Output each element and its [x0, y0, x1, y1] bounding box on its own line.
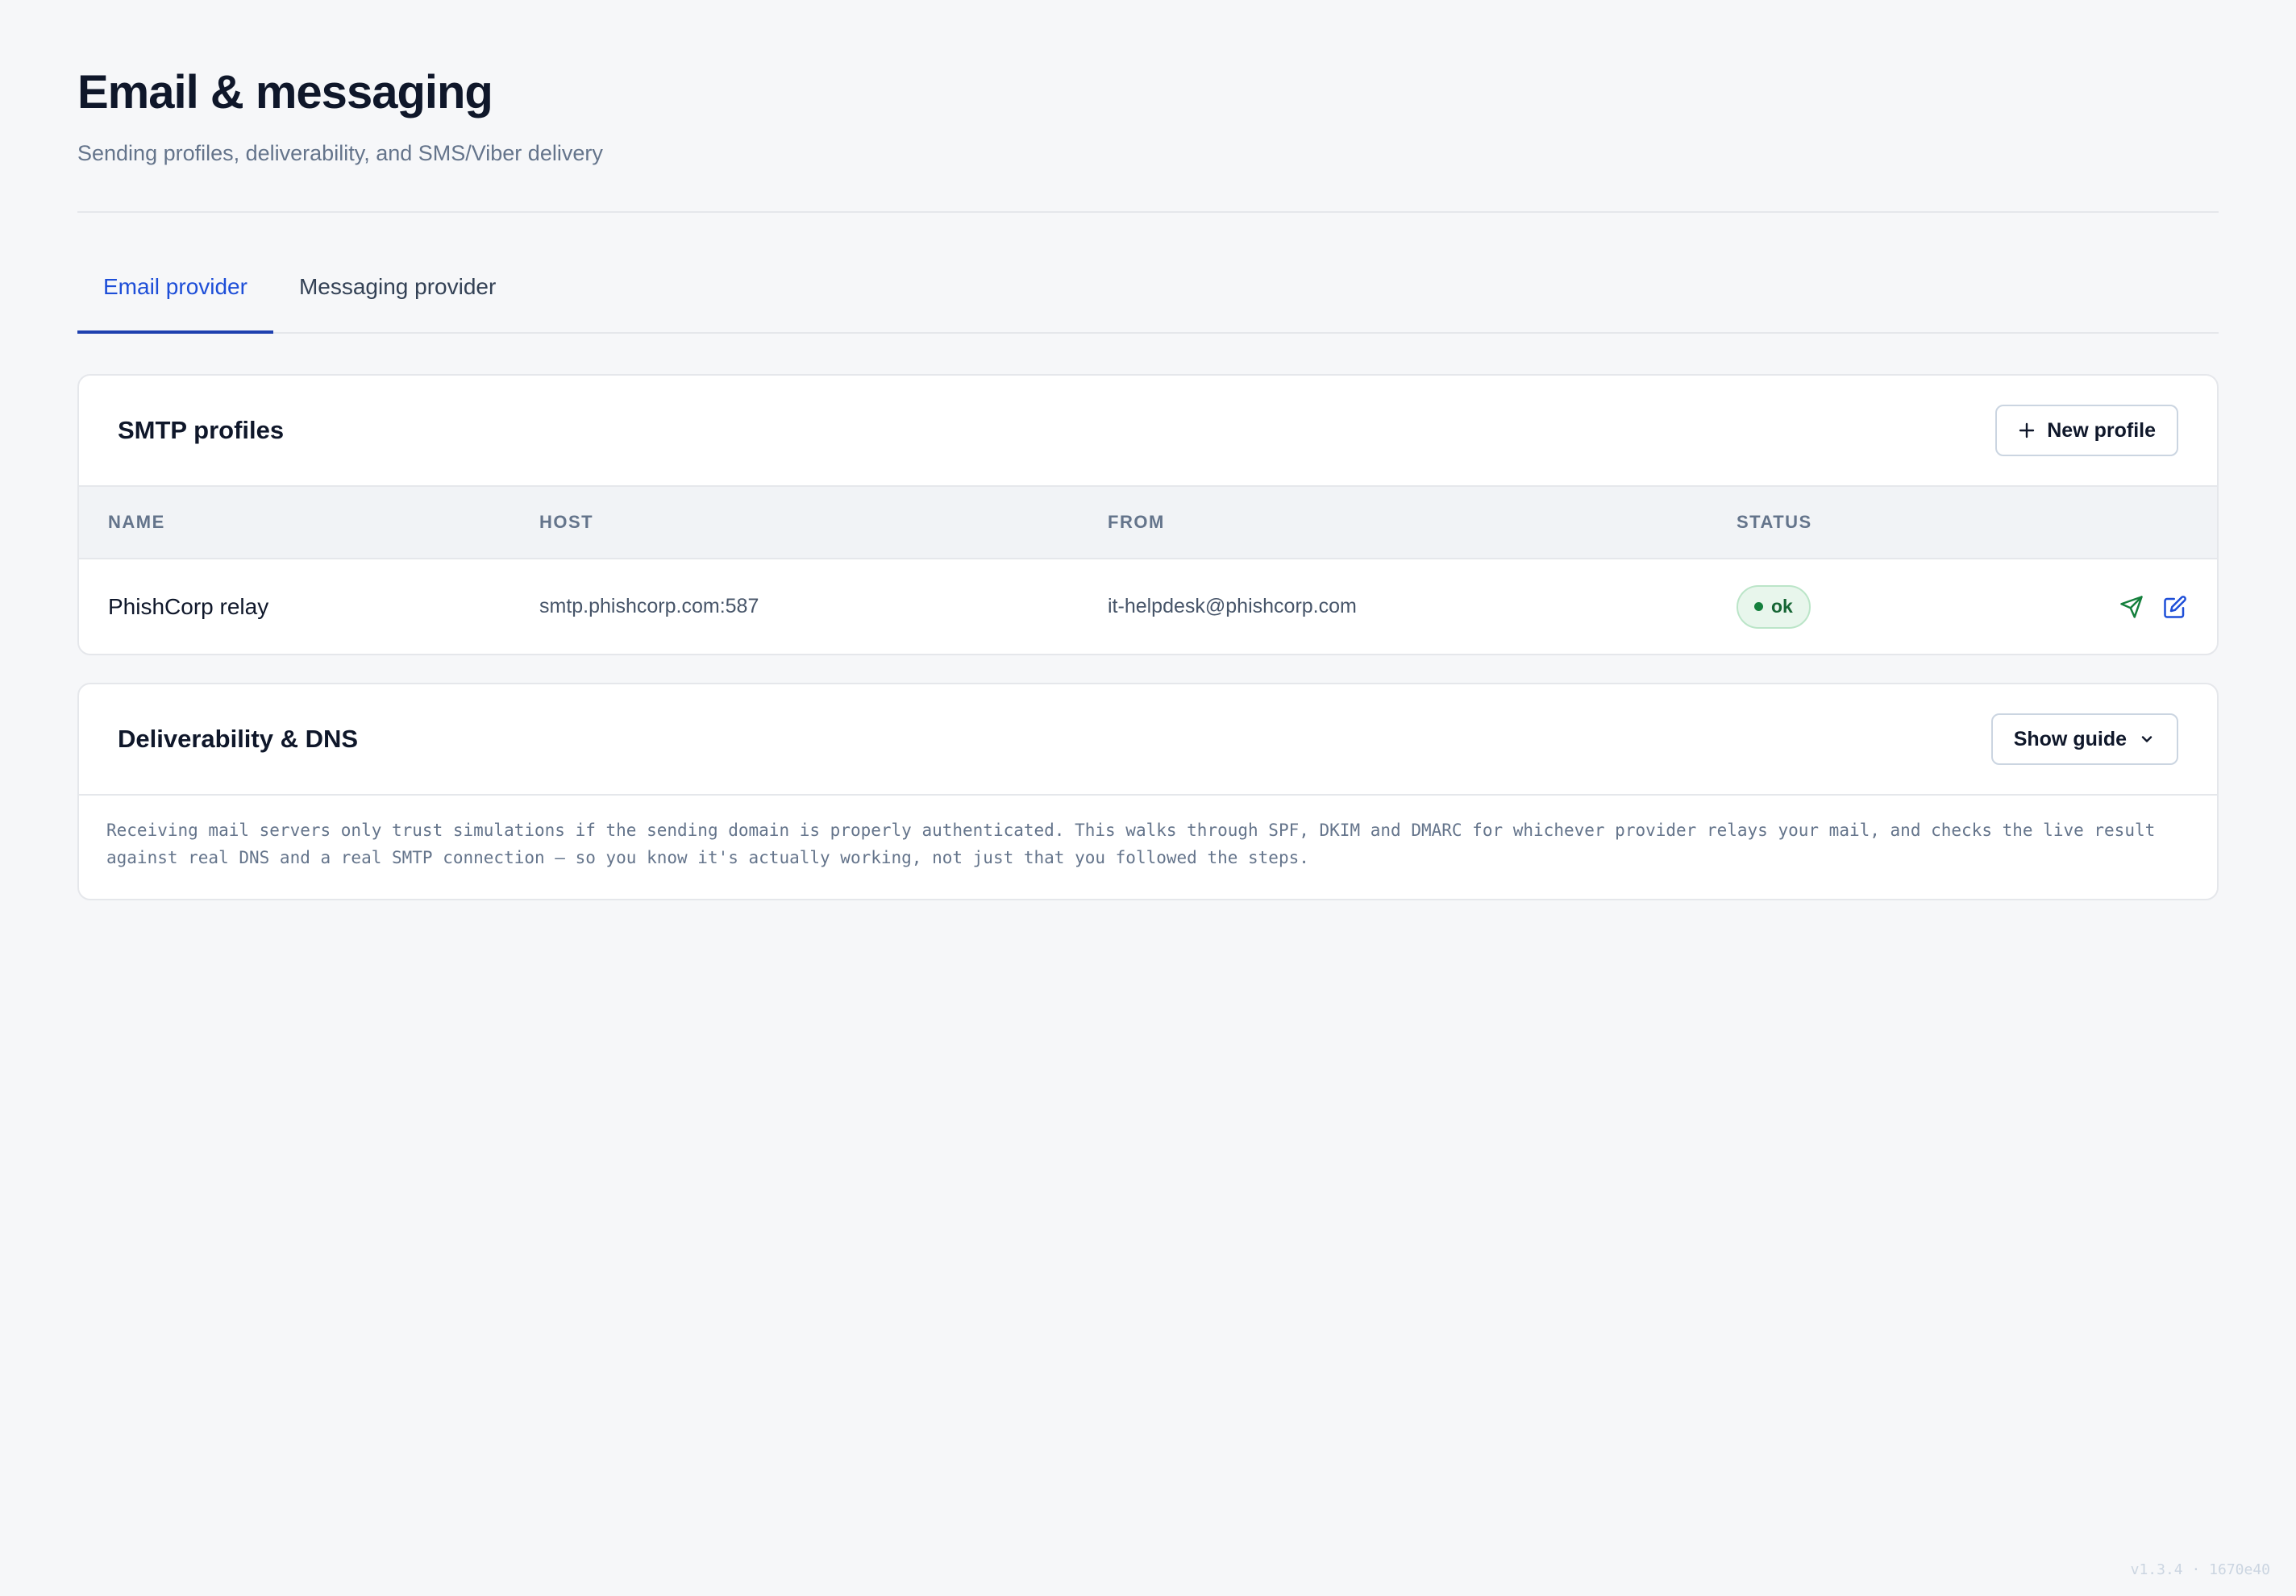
row-actions [1978, 594, 2188, 620]
status-badge: ok [1737, 584, 1811, 629]
profile-actions-cell [1949, 559, 2217, 654]
profile-from: it-helpdesk@phishcorp.com [1108, 595, 1357, 617]
page: Email & messaging Sending profiles, deli… [0, 0, 2296, 1596]
show-guide-button[interactable]: Show guide [1990, 713, 2178, 765]
deliverability-title: Deliverability & DNS [118, 725, 359, 753]
profile-host: smtp.phishcorp.com:587 [539, 595, 759, 617]
status-label: ok [1771, 596, 1793, 617]
page-subtitle: Sending profiles, deliverability, and SM… [77, 141, 603, 165]
column-header-host: HOST [539, 512, 594, 532]
smtp-profiles-header: SMTP profiles New profile [79, 376, 2217, 485]
column-header-from: FROM [1108, 512, 1165, 532]
tab-bar: Email provider Messaging provider [77, 271, 2219, 334]
deliverability-card: Deliverability & DNS Show guide Receivin… [77, 683, 2219, 900]
smtp-profiles-table: NAME HOST FROM STATUS PhishCorp relay sm… [79, 485, 2217, 654]
header-divider [77, 211, 2219, 213]
smtp-profiles-title: SMTP profiles [118, 416, 285, 444]
new-profile-button[interactable]: New profile [1995, 405, 2178, 456]
show-guide-label: Show guide [2013, 727, 2127, 750]
smtp-profiles-card: SMTP profiles New profile NAME HOST FROM… [77, 374, 2219, 655]
status-dot [1754, 602, 1763, 611]
tab-email-provider[interactable]: Email provider [77, 271, 273, 334]
edit-icon[interactable] [2162, 594, 2188, 620]
send-icon[interactable] [2119, 594, 2144, 620]
profile-status-cell: ok [1707, 559, 1949, 654]
version-label: v1.3.4 · 1670e40 [2130, 1561, 2270, 1578]
column-header-actions [1949, 486, 2217, 559]
column-header-name: NAME [108, 512, 165, 532]
table-header-row: NAME HOST FROM STATUS [79, 486, 2217, 559]
deliverability-header: Deliverability & DNS Show guide [79, 684, 2217, 794]
tab-messaging-provider[interactable]: Messaging provider [273, 271, 522, 332]
profile-name: PhishCorp relay [108, 593, 269, 619]
plus-icon [2018, 422, 2036, 439]
new-profile-label: New profile [2047, 418, 2156, 442]
page-title: Email & messaging [77, 66, 493, 118]
column-header-status: STATUS [1737, 512, 1812, 532]
deliverability-description: Receiving mail servers only trust simula… [79, 794, 2217, 899]
chevron-down-icon [2138, 730, 2156, 748]
table-row: PhishCorp relay smtp.phishcorp.com:587 i… [79, 559, 2217, 654]
